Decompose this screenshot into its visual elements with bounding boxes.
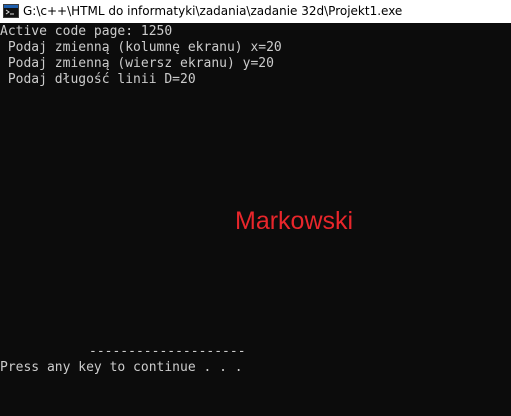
window-title: G:\c++\HTML do informatyki\zadania\zadan…	[23, 4, 403, 18]
console-app-icon	[3, 4, 19, 18]
console-output[interactable]: Active code page: 1250 Podaj zmienną (ko…	[0, 23, 511, 416]
continue-prompt: Press any key to continue . . .	[0, 360, 243, 375]
console-line-code-page: Active code page: 1250	[0, 24, 173, 39]
drawn-dash-line: --------------------	[89, 344, 246, 359]
console-line-length: Podaj długość linii D=20	[0, 72, 196, 87]
console-line-row: Podaj zmienną (wiersz ekranu) y=20	[0, 56, 274, 71]
console-line-column: Podaj zmienną (kolumnę ekranu) x=20	[0, 40, 282, 55]
window-titlebar[interactable]: G:\c++\HTML do informatyki\zadania\zadan…	[0, 0, 511, 23]
author-watermark: Markowski	[235, 207, 354, 235]
